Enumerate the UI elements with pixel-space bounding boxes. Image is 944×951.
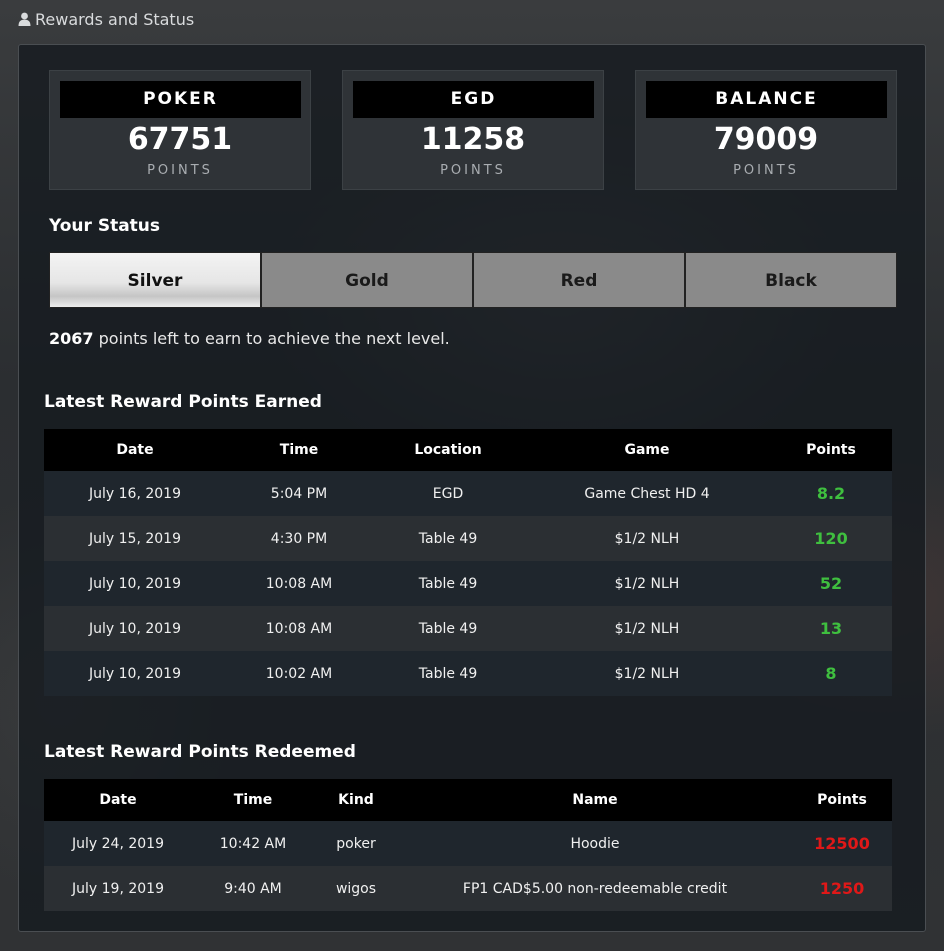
card-label: POKER: [60, 81, 301, 118]
column-header-time: Time: [192, 779, 314, 821]
tier-silver: Silver: [49, 252, 261, 308]
cell-game: $1/2 NLH: [524, 516, 770, 561]
table-row: July 24, 2019 10:42 AM poker Hoodie 1250…: [44, 821, 892, 866]
cell-time: 9:40 AM: [192, 866, 314, 911]
cell-time: 10:42 AM: [192, 821, 314, 866]
card-value: 11258: [420, 122, 526, 157]
column-header-points: Points: [792, 779, 892, 821]
cell-time: 5:04 PM: [226, 471, 372, 516]
status-heading: Your Status: [49, 216, 161, 236]
table-row: July 19, 2019 9:40 AM wigos FP1 CAD$5.00…: [44, 866, 892, 911]
cell-game: $1/2 NLH: [524, 606, 770, 651]
tier-gold: Gold: [261, 252, 473, 308]
cell-time: 4:30 PM: [226, 516, 372, 561]
table-row: July 10, 2019 10:08 AM Table 49 $1/2 NLH…: [44, 606, 892, 651]
cell-time: 10:02 AM: [226, 651, 372, 696]
card-unit: POINTS: [440, 163, 506, 178]
table-row: July 10, 2019 10:08 AM Table 49 $1/2 NLH…: [44, 561, 892, 606]
cell-date: July 19, 2019: [44, 866, 192, 911]
cell-points: 1250: [792, 866, 892, 911]
points-needed-value: 2067: [49, 329, 94, 348]
column-header-time: Time: [226, 429, 372, 471]
page-title: Rewards and Status: [35, 9, 195, 29]
cell-points: 8: [770, 651, 892, 696]
column-header-name: Name: [398, 779, 792, 821]
card-unit: POINTS: [733, 163, 799, 178]
cell-date: July 15, 2019: [44, 516, 226, 561]
balance-points-card: BALANCE 79009 POINTS: [635, 70, 897, 190]
cell-date: July 10, 2019: [44, 606, 226, 651]
page-header: Rewards and Status: [18, 8, 194, 30]
cell-location: EGD: [372, 471, 524, 516]
cell-date: July 10, 2019: [44, 561, 226, 606]
status-tiers: Silver Gold Red Black: [49, 252, 897, 308]
poker-points-card: POKER 67751 POINTS: [49, 70, 311, 190]
cell-points: 12500: [792, 821, 892, 866]
cell-name: FP1 CAD$5.00 non-redeemable credit: [398, 866, 792, 911]
cell-date: July 24, 2019: [44, 821, 192, 866]
redeemed-section-title: Latest Reward Points Redeemed: [44, 742, 356, 762]
tier-black: Black: [685, 252, 897, 308]
user-icon: [18, 12, 31, 26]
column-header-game: Game: [524, 429, 770, 471]
cell-game: $1/2 NLH: [524, 561, 770, 606]
cell-time: 10:08 AM: [226, 561, 372, 606]
tier-red: Red: [473, 252, 685, 308]
cell-location: Table 49: [372, 516, 524, 561]
rewards-panel: POKER 67751 POINTS EGD 11258 POINTS BALA…: [18, 44, 926, 932]
card-unit: POINTS: [147, 163, 213, 178]
points-left-message: 2067 points left to earn to achieve the …: [49, 329, 450, 348]
cell-location: Table 49: [372, 651, 524, 696]
egd-points-card: EGD 11258 POINTS: [342, 70, 604, 190]
cell-points: 13: [770, 606, 892, 651]
column-header-date: Date: [44, 779, 192, 821]
card-label: EGD: [353, 81, 594, 118]
column-header-points: Points: [770, 429, 892, 471]
table-row: July 16, 2019 5:04 PM EGD Game Chest HD …: [44, 471, 892, 516]
card-label: BALANCE: [646, 81, 887, 118]
cell-location: Table 49: [372, 606, 524, 651]
column-header-location: Location: [372, 429, 524, 471]
cell-kind: poker: [314, 821, 398, 866]
cell-game: $1/2 NLH: [524, 651, 770, 696]
cell-points: 52: [770, 561, 892, 606]
cell-name: Hoodie: [398, 821, 792, 866]
column-header-date: Date: [44, 429, 226, 471]
earned-points-table: Date Time Location Game Points July 16, …: [44, 429, 892, 696]
points-needed-text: points left to earn to achieve the next …: [93, 329, 450, 348]
table-header-row: Date Time Location Game Points: [44, 429, 892, 471]
cell-game: Game Chest HD 4: [524, 471, 770, 516]
redeemed-points-table: Date Time Kind Name Points July 24, 2019…: [44, 779, 892, 911]
cell-kind: wigos: [314, 866, 398, 911]
card-value: 79009: [713, 122, 819, 157]
table-row: July 10, 2019 10:02 AM Table 49 $1/2 NLH…: [44, 651, 892, 696]
cell-date: July 16, 2019: [44, 471, 226, 516]
points-cards: POKER 67751 POINTS EGD 11258 POINTS BALA…: [49, 70, 897, 190]
table-header-row: Date Time Kind Name Points: [44, 779, 892, 821]
cell-location: Table 49: [372, 561, 524, 606]
column-header-kind: Kind: [314, 779, 398, 821]
cell-points: 120: [770, 516, 892, 561]
cell-time: 10:08 AM: [226, 606, 372, 651]
earned-section-title: Latest Reward Points Earned: [44, 392, 322, 412]
card-value: 67751: [127, 122, 233, 157]
cell-points: 8.2: [770, 471, 892, 516]
cell-date: July 10, 2019: [44, 651, 226, 696]
table-row: July 15, 2019 4:30 PM Table 49 $1/2 NLH …: [44, 516, 892, 561]
